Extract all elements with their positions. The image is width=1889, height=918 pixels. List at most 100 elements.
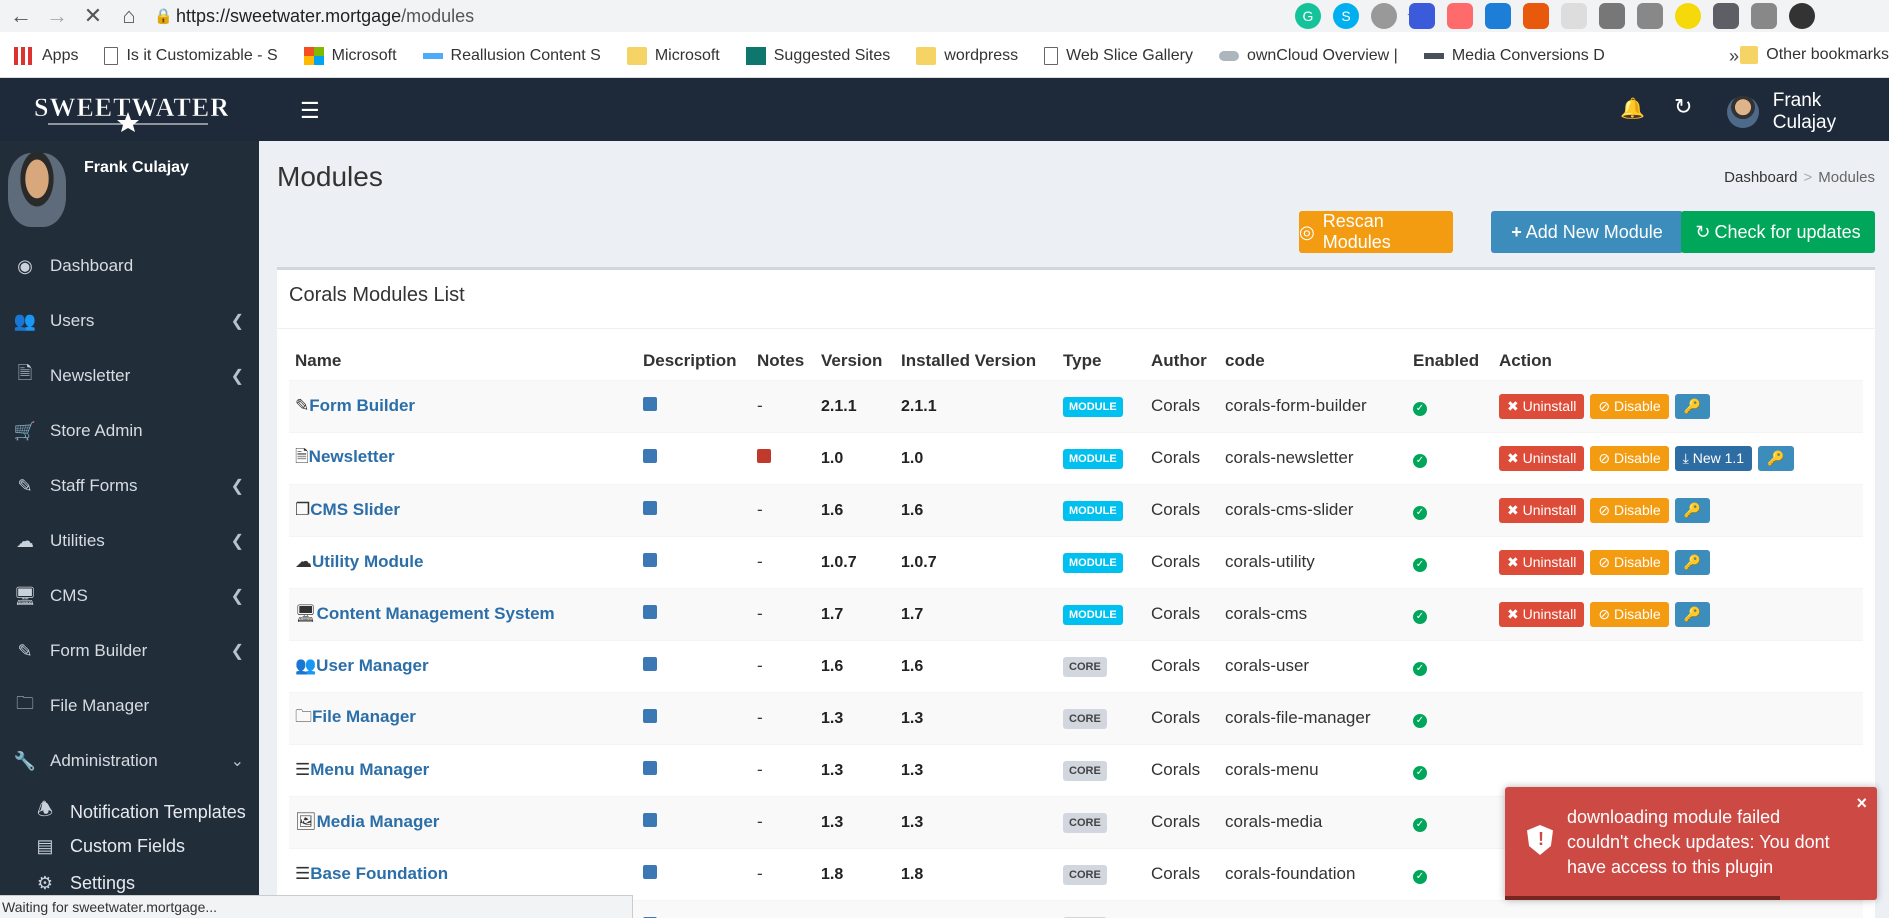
key-icon[interactable]: 🔑 — [1674, 549, 1711, 575]
bookmark-item[interactable]: Reallusion Content S — [422, 47, 601, 65]
description-icon[interactable] — [643, 657, 657, 671]
user-menu[interactable]: Frank Culajay — [1727, 90, 1889, 134]
code-icon[interactable] — [1599, 3, 1625, 29]
back-icon[interactable]: ← — [6, 1, 36, 31]
forward-icon[interactable]: → — [42, 1, 72, 31]
disable-button[interactable]: ⊘ Disable — [1590, 549, 1669, 575]
bookmark-item[interactable]: Microsoft — [626, 47, 720, 65]
description-icon[interactable] — [643, 501, 657, 515]
camera-icon[interactable] — [1751, 3, 1777, 29]
sidebar-item-form-builder[interactable]: ✎ Form Builder ❮ — [14, 641, 244, 661]
bookmark-ext-icon[interactable] — [1409, 3, 1435, 29]
description-icon[interactable] — [643, 709, 657, 723]
disable-button[interactable]: ⊘ Disable — [1590, 497, 1669, 523]
sidebar-item-store-admin[interactable]: 🛒 Store Admin — [14, 421, 244, 441]
uninstall-button[interactable]: ✖ Uninstall — [1499, 549, 1585, 575]
key-icon[interactable]: 🔑 — [1674, 601, 1711, 627]
bookmark-apps[interactable]: Apps — [14, 47, 78, 65]
breadcrumb-dashboard[interactable]: Dashboard — [1724, 169, 1797, 186]
scissors-icon[interactable] — [1523, 3, 1549, 29]
add-new-module-button[interactable]: + Add New Module — [1491, 211, 1683, 253]
eyedropper-icon[interactable] — [1713, 3, 1739, 29]
column-header[interactable]: Action — [1493, 342, 1863, 380]
profile-icon[interactable] — [1789, 3, 1815, 29]
other-bookmarks[interactable]: Other bookmarks — [1740, 46, 1889, 64]
module-name-link[interactable]: Newsletter — [309, 447, 395, 466]
sidebar-item-cms[interactable]: 🖥 CMS ❮ — [14, 586, 244, 606]
bookmark-item[interactable]: Media Conversions D — [1423, 47, 1605, 65]
module-name-link[interactable]: Form Builder — [309, 396, 415, 415]
description-icon[interactable] — [643, 397, 657, 411]
sidebar-item-newsletter[interactable]: 🗎 Newsletter ❮ — [14, 363, 244, 386]
column-header[interactable]: Installed Version — [895, 342, 1057, 380]
bookmark-item[interactable]: Web Slice Gallery — [1044, 47, 1193, 65]
description-icon[interactable] — [643, 761, 657, 775]
sidebar-toggle-icon[interactable]: ☰ — [300, 98, 322, 124]
key-icon[interactable]: 🔑 — [1674, 497, 1711, 523]
home-icon[interactable]: ⌂ — [114, 1, 144, 31]
sidebar-subitem-custom-fields[interactable]: ▤ Custom Fields — [34, 836, 185, 857]
key-icon[interactable]: 🔑 — [1758, 445, 1794, 471]
skype-icon[interactable]: S — [1333, 3, 1359, 29]
uninstall-button[interactable]: ✖ Uninstall — [1499, 497, 1585, 523]
notes-icon[interactable] — [757, 449, 771, 463]
description-icon[interactable] — [643, 605, 657, 619]
module-name-link[interactable]: Menu Manager — [310, 760, 429, 779]
norton-icon[interactable] — [1675, 3, 1701, 29]
extension-icon[interactable] — [1371, 3, 1397, 29]
refresh-icon[interactable]: ↻ — [1674, 94, 1692, 120]
sidebar-item-utilities[interactable]: ☁ Utilities ❮ — [14, 531, 244, 551]
disable-button[interactable]: ⊘ Disable — [1590, 393, 1669, 419]
module-name-link[interactable]: Utility Module — [312, 552, 423, 571]
column-header[interactable]: Version — [815, 342, 895, 380]
bookmark-item[interactable]: Suggested Sites — [745, 47, 890, 65]
module-name-link[interactable]: User Manager — [316, 656, 428, 675]
sidebar-item-staff-forms[interactable]: ✎ Staff Forms ❮ — [14, 476, 244, 496]
column-header[interactable]: Type — [1057, 342, 1145, 380]
column-header[interactable]: Name — [289, 342, 637, 380]
close-icon[interactable]: × — [1856, 793, 1867, 814]
check-for-updates-button[interactable]: ↻ Check for updates — [1681, 211, 1875, 253]
update-button[interactable]: ⤓ New 1.1 — [1674, 445, 1753, 471]
column-header[interactable]: Description — [637, 342, 751, 380]
sweetwater-logo[interactable]: SWEETWATER — [28, 86, 229, 134]
uninstall-button[interactable]: ✖ Uninstall — [1499, 601, 1585, 627]
sidebar-subitem-settings[interactable]: ⚙ Settings — [34, 873, 135, 894]
bookmark-item[interactable]: Is it Customizable - S — [104, 47, 278, 65]
address-bar[interactable]: 🔒 https://sweetwater.mortgage/modules ☆ — [154, 1, 1424, 31]
module-name-link[interactable]: Content Management System — [317, 604, 555, 623]
sidebar-subitem-notification-templates[interactable]: 🕭 Notification Templates — [34, 797, 246, 827]
sidebar-item-users[interactable]: 👥 Users ❮ — [14, 311, 244, 331]
module-name-link[interactable]: File Manager — [312, 707, 416, 726]
module-name-link[interactable]: CMS Slider — [310, 500, 400, 519]
grammarly-icon[interactable]: G — [1295, 3, 1321, 29]
uninstall-button[interactable]: ✖ Uninstall — [1499, 393, 1585, 419]
bookmark-item[interactable]: Microsoft — [303, 47, 397, 65]
rescan-modules-button[interactable]: ◎ Rescan Modules — [1299, 211, 1453, 253]
sidebar-item-file-manager[interactable]: 🗀 File Manager — [14, 693, 244, 716]
uninstall-button[interactable]: ✖ Uninstall — [1499, 445, 1585, 471]
description-icon[interactable] — [643, 449, 657, 463]
mail-icon[interactable] — [1637, 3, 1663, 29]
sidebar-item-administration[interactable]: 🔧 Administration ⌄ — [14, 751, 244, 771]
more-bookmarks-icon[interactable]: » — [1729, 46, 1739, 67]
column-header[interactable]: Author — [1145, 342, 1219, 380]
column-header[interactable]: Notes — [751, 342, 815, 380]
module-name-link[interactable]: Base Foundation — [310, 864, 448, 883]
stop-icon[interactable]: ✕ — [78, 1, 108, 31]
blank-ext-icon[interactable] — [1561, 3, 1587, 29]
screenshot-icon[interactable] — [1485, 3, 1511, 29]
bookmark-item[interactable]: ownCloud Overview | — [1218, 47, 1398, 65]
disable-button[interactable]: ⊘ Disable — [1590, 445, 1669, 471]
bell-icon[interactable]: 🔔 — [1620, 96, 1645, 121]
description-icon[interactable] — [643, 865, 657, 879]
bookmark-item[interactable]: wordpress — [916, 47, 1018, 65]
cast-icon[interactable] — [1447, 3, 1473, 29]
sidebar-item-dashboard[interactable]: ◉ Dashboard — [14, 256, 244, 276]
column-header[interactable]: code — [1219, 342, 1407, 380]
description-icon[interactable] — [643, 553, 657, 567]
description-icon[interactable] — [643, 813, 657, 827]
disable-button[interactable]: ⊘ Disable — [1590, 601, 1669, 627]
column-header[interactable]: Enabled — [1407, 342, 1493, 380]
key-icon[interactable]: 🔑 — [1674, 393, 1711, 419]
